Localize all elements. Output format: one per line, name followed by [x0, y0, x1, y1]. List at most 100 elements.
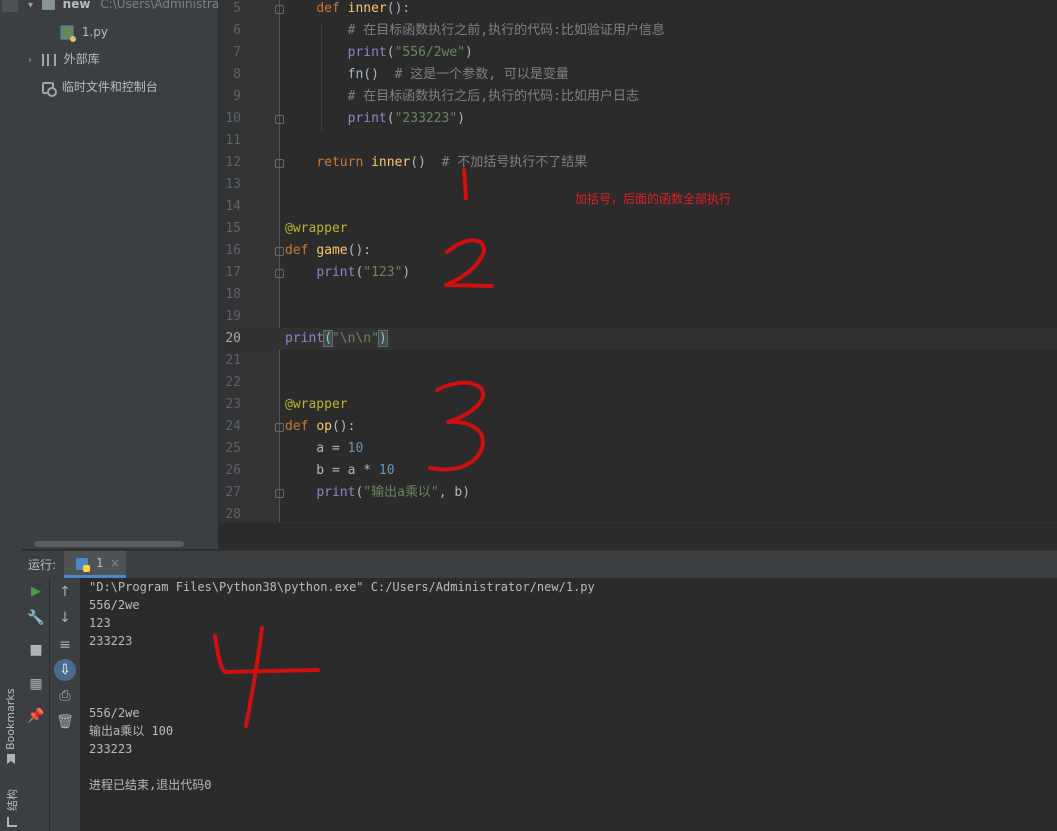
- code-text: # 在目标函数执行之前,执行的代码:比如验证用户信息: [347, 23, 665, 38]
- code-line[interactable]: 7 print("556/2we"): [219, 42, 1057, 64]
- chevron-down-icon[interactable]: ▾: [28, 0, 38, 16]
- code-line[interactable]: 26 b = a * 10: [219, 460, 1057, 482]
- tree-item-1py[interactable]: 1.py: [60, 22, 108, 42]
- line-number: 21: [225, 353, 241, 368]
- fold-marker-icon[interactable]: [275, 489, 284, 498]
- code-line[interactable]: 23 @wrapper: [219, 394, 1057, 416]
- code-line[interactable]: 11: [219, 130, 1057, 152]
- run-console[interactable]: "D:\Program Files\Python38\python.exe" C…: [81, 578, 1057, 831]
- folder-icon: [41, 0, 55, 10]
- tree-root-new[interactable]: ▾ new C:\Users\Administrato: [28, 0, 231, 14]
- line-number: 22: [225, 375, 241, 390]
- code-line[interactable]: 21: [219, 350, 1057, 372]
- code-text: @wrapper: [285, 221, 348, 236]
- code-text: def game():: [285, 243, 372, 258]
- code-line[interactable]: 22: [219, 372, 1057, 394]
- line-number: 6: [233, 23, 241, 38]
- line-number: 27: [225, 485, 241, 500]
- root-folder-path: C:\Users\Administrato: [100, 0, 232, 11]
- left-tool-strip: Bookmarks 结构: [0, 0, 23, 831]
- code-line[interactable]: 12 return inner() # 不加括号执行不了结果: [219, 152, 1057, 174]
- tree-item-external-libs[interactable]: › 外部库: [28, 49, 100, 69]
- code-text: print("\n\n"): [285, 330, 388, 347]
- console-line: 输出a乘以 100: [89, 724, 174, 738]
- code-line[interactable]: 27 print("输出a乘以", b): [219, 482, 1057, 504]
- code-text: # 在目标函数执行之后,执行的代码:比如用户日志: [347, 89, 639, 104]
- run-tab-label: 1: [96, 556, 104, 570]
- console-line: 556/2we: [89, 598, 140, 612]
- editor-horizontal-scrollbar[interactable]: [219, 522, 1057, 550]
- scratches-icon: [42, 81, 57, 97]
- code-line[interactable]: 19: [219, 306, 1057, 328]
- code-text: @wrapper: [285, 397, 348, 412]
- code-editor[interactable]: 5 def inner(): 6 # 在目标函数执行之前,执行的代码:比如验证用户…: [219, 0, 1057, 550]
- scratches-label: 临时文件和控制台: [61, 80, 158, 94]
- code-text: a = 10: [285, 441, 364, 456]
- line-number: 25: [225, 441, 241, 456]
- project-tool-tab[interactable]: [2, 0, 18, 12]
- fold-marker-icon[interactable]: [275, 5, 284, 14]
- red-annotation-text: 加括号，后面的函数全部执行: [575, 192, 732, 206]
- console-line: 进程已结束,退出代码0: [89, 778, 212, 792]
- code-text: print("123"): [316, 265, 411, 280]
- line-number: 10: [225, 111, 241, 126]
- code-line[interactable]: 15 @wrapper: [219, 218, 1057, 240]
- structure-icon: [0, 815, 22, 829]
- code-line[interactable]: 18: [219, 284, 1057, 306]
- bookmarks-tab[interactable]: Bookmarks: [0, 689, 22, 760]
- code-text: fn() # 这是一个参数, 可以是变量: [285, 67, 569, 82]
- code-line[interactable]: 10 print("233223"): [219, 108, 1057, 130]
- run-toolbar-right: ↑ ↓ ≡ ⇩ ⎙ 🗑: [50, 578, 81, 831]
- fold-marker-icon[interactable]: [275, 423, 284, 432]
- line-number: 23: [225, 397, 241, 412]
- console-line: 556/2we: [89, 706, 140, 720]
- fold-marker-icon[interactable]: [275, 159, 284, 168]
- code-text: print("556/2we"): [347, 45, 473, 60]
- arrow-down-icon[interactable]: ↓: [54, 607, 76, 629]
- line-number: 16: [225, 243, 241, 258]
- line-number: 8: [233, 67, 241, 82]
- code-line[interactable]: 8 fn() # 这是一个参数, 可以是变量: [219, 64, 1057, 86]
- file-label: 1.py: [81, 25, 108, 39]
- code-line[interactable]: 5 def inner():: [219, 0, 1057, 20]
- code-line[interactable]: 9 # 在目标函数执行之后,执行的代码:比如用户日志: [219, 86, 1057, 108]
- layout-icon[interactable]: ▦: [25, 673, 47, 695]
- code-line[interactable]: 6 # 在目标函数执行之前,执行的代码:比如验证用户信息: [219, 20, 1057, 42]
- fold-marker-icon[interactable]: [275, 115, 284, 124]
- stop-icon[interactable]: ■: [25, 639, 47, 661]
- scroll-to-end-icon[interactable]: ⇩: [54, 659, 76, 681]
- console-line: 233223: [89, 634, 133, 648]
- line-number: 9: [233, 89, 241, 104]
- code-text: return inner() # 不加括号执行不了结果: [316, 155, 588, 170]
- code-line[interactable]: 24 def op():: [219, 416, 1057, 438]
- chevron-right-icon[interactable]: ›: [28, 51, 38, 71]
- python-file-icon: [60, 25, 76, 42]
- code-line[interactable]: 17 print("123"): [219, 262, 1057, 284]
- code-line[interactable]: 16 def game():: [219, 240, 1057, 262]
- fold-marker-icon[interactable]: [275, 247, 284, 256]
- line-number: 7: [233, 45, 241, 60]
- wrench-icon[interactable]: 🔧: [25, 607, 47, 629]
- external-libs-label: 外部库: [63, 52, 100, 66]
- line-number: 5: [233, 1, 241, 16]
- code-line[interactable]: 20 print("\n\n"): [219, 328, 1057, 350]
- tree-item-scratches[interactable]: 临时文件和控制台: [42, 77, 158, 97]
- line-number: 20: [225, 331, 241, 346]
- line-number: 24: [225, 419, 241, 434]
- line-number: 17: [225, 265, 241, 280]
- arrow-up-icon[interactable]: ↑: [54, 581, 76, 603]
- console-line: 123: [89, 616, 111, 630]
- pin-icon[interactable]: 📌: [25, 705, 47, 727]
- print-icon[interactable]: ⎙: [54, 685, 76, 707]
- rerun-icon[interactable]: ▶: [25, 581, 47, 603]
- soft-wrap-icon[interactable]: ≡: [54, 634, 76, 656]
- line-number: 13: [225, 177, 241, 192]
- project-horizontal-scrollbar[interactable]: [34, 541, 184, 547]
- line-number: 12: [225, 155, 241, 170]
- fold-marker-icon[interactable]: [275, 269, 284, 278]
- close-icon[interactable]: ×: [110, 556, 120, 570]
- trash-icon[interactable]: 🗑: [54, 711, 76, 733]
- run-panel-header: 运行: 1 ×: [22, 550, 1057, 578]
- run-tab-1[interactable]: 1 ×: [64, 551, 126, 578]
- code-line[interactable]: 25 a = 10: [219, 438, 1057, 460]
